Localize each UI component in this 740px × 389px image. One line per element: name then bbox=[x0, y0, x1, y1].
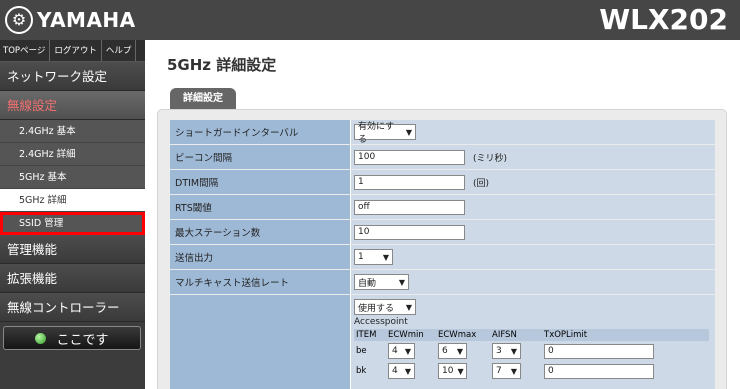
row-wmm: 使用する ▼ Accesspoint ITEM ECWmin ECWmax AIF… bbox=[170, 295, 715, 389]
nav-wireless-settings[interactable]: 無線設定 bbox=[0, 91, 145, 120]
nav-sub-5ghz-detail[interactable]: 5GHz 詳細 bbox=[0, 189, 145, 212]
beacon-interval-unit: (ミリ秒) bbox=[473, 153, 508, 164]
label-rts-threshold: RTS閾値 bbox=[170, 195, 351, 219]
row-short-guard-interval: ショートガードインターバル 有効にする ▼ bbox=[170, 120, 715, 145]
logout-link[interactable]: ログアウト bbox=[50, 40, 102, 61]
be-aifsn-select[interactable]: 3 ▼ bbox=[492, 343, 521, 359]
here-button[interactable]: ここです bbox=[3, 326, 141, 350]
beacon-interval-input[interactable]: 100 bbox=[354, 149, 465, 165]
rts-threshold-input[interactable]: off bbox=[354, 199, 465, 215]
nav-sub-24ghz-basic[interactable]: 2.4GHz 基本 bbox=[0, 120, 145, 143]
wmm-table: ITEM ECWmin ECWmax AIFSN TxOPLimit be 4 ▼… bbox=[354, 329, 709, 381]
settings-panel: ショートガードインターバル 有効にする ▼ ビーコン間隔 100 (ミリ秒) DT… bbox=[157, 109, 727, 389]
wmm-item-bk: bk bbox=[356, 366, 367, 376]
be-ecwmin-select[interactable]: 4 ▼ bbox=[388, 343, 415, 359]
wmm-header-item: ITEM bbox=[354, 329, 386, 341]
yamaha-logo: ⚙ YAMAHA bbox=[5, 6, 136, 34]
chevron-down-icon: ▼ bbox=[382, 252, 389, 262]
wmm-header-row: ITEM ECWmin ECWmax AIFSN TxOPLimit bbox=[354, 329, 709, 341]
row-dtim-interval: DTIM間隔 1 (回) bbox=[170, 170, 715, 194]
row-tx-power: 送信出力 1 ▼ bbox=[170, 245, 715, 269]
row-rts-threshold: RTS閾値 off bbox=[170, 195, 715, 219]
chevron-down-icon: ▼ bbox=[456, 346, 463, 356]
wmm-header-ecwmin: ECWmin bbox=[386, 329, 436, 341]
label-short-guard-interval: ショートガードインターバル bbox=[170, 120, 351, 144]
chevron-down-icon: ▼ bbox=[404, 366, 411, 376]
table-row: be 4 ▼ 6 ▼ 3 ▼ 0 bbox=[354, 341, 709, 361]
dtim-interval-unit: (回) bbox=[473, 178, 490, 189]
row-beacon-interval: ビーコン間隔 100 (ミリ秒) bbox=[170, 145, 715, 169]
label-multicast-rate: マルチキャスト送信レート bbox=[170, 270, 351, 294]
wmm-header-aifsn: AIFSN bbox=[490, 329, 542, 341]
bk-txoplimit-input[interactable]: 0 bbox=[544, 363, 654, 379]
chevron-down-icon: ▼ bbox=[405, 127, 412, 137]
settings-table: ショートガードインターバル 有効にする ▼ ビーコン間隔 100 (ミリ秒) DT… bbox=[170, 120, 715, 389]
multicast-rate-select[interactable]: 自動 ▼ bbox=[354, 274, 409, 290]
nav-wireless-controller[interactable]: 無線コントローラー bbox=[0, 293, 145, 322]
label-dtim-interval: DTIM間隔 bbox=[170, 170, 351, 194]
chevron-down-icon: ▼ bbox=[404, 346, 411, 356]
max-stations-input[interactable]: 10 bbox=[354, 224, 465, 240]
brand-name: YAMAHA bbox=[37, 8, 136, 32]
nav-network-settings[interactable]: ネットワーク設定 bbox=[0, 62, 145, 91]
sidebar: TOPページ ログアウト ヘルプ ネットワーク設定 無線設定 2.4GHz 基本… bbox=[0, 40, 145, 389]
model-name: WLX202 bbox=[599, 3, 728, 36]
chevron-down-icon: ▼ bbox=[510, 346, 517, 356]
header-bar: ⚙ YAMAHA WLX202 bbox=[0, 0, 740, 40]
nav-sub-ssid-management[interactable]: SSID 管理 bbox=[0, 212, 145, 235]
chevron-down-icon: ▼ bbox=[398, 277, 405, 287]
label-max-stations: 最大ステーション数 bbox=[170, 220, 351, 244]
row-multicast-rate: マルチキャスト送信レート 自動 ▼ bbox=[170, 270, 715, 294]
top-links: TOPページ ログアウト ヘルプ bbox=[0, 40, 145, 62]
dtim-interval-input[interactable]: 1 bbox=[354, 174, 465, 190]
label-beacon-interval: ビーコン間隔 bbox=[170, 145, 351, 169]
short-guard-interval-select[interactable]: 有効にする ▼ bbox=[354, 122, 416, 145]
page-title: 5GHz 詳細設定 bbox=[167, 56, 277, 74]
chevron-down-icon: ▼ bbox=[457, 366, 464, 376]
bk-ecwmin-select[interactable]: 4 ▼ bbox=[388, 363, 415, 379]
label-wmm bbox=[170, 295, 351, 389]
tx-power-select[interactable]: 1 ▼ bbox=[354, 249, 393, 265]
bk-ecwmax-select[interactable]: 10 ▼ bbox=[438, 363, 467, 379]
row-max-stations: 最大ステーション数 10 bbox=[170, 220, 715, 244]
wmm-item-be: be bbox=[356, 346, 367, 356]
tab-detail-settings[interactable]: 詳細設定 bbox=[170, 88, 236, 109]
bk-aifsn-select[interactable]: 7 ▼ bbox=[492, 363, 521, 379]
accesspoint-label: Accesspoint bbox=[354, 317, 408, 327]
chevron-down-icon: ▼ bbox=[405, 302, 412, 312]
nav-sub-5ghz-basic[interactable]: 5GHz 基本 bbox=[0, 166, 145, 189]
nav-sub-24ghz-detail[interactable]: 2.4GHz 詳細 bbox=[0, 143, 145, 166]
nav-extension[interactable]: 拡張機能 bbox=[0, 264, 145, 293]
main-content: 5GHz 詳細設定 詳細設定 ショートガードインターバル 有効にする ▼ ビーコン… bbox=[145, 40, 740, 389]
help-link[interactable]: ヘルプ bbox=[102, 40, 137, 61]
be-txoplimit-input[interactable]: 0 bbox=[544, 343, 654, 359]
status-led-icon bbox=[35, 332, 47, 344]
wmm-header-ecwmax: ECWmax bbox=[436, 329, 490, 341]
top-page-link[interactable]: TOPページ bbox=[0, 40, 51, 61]
here-button-label: ここです bbox=[56, 332, 109, 348]
nav-management[interactable]: 管理機能 bbox=[0, 235, 145, 264]
wmm-mode-select[interactable]: 使用する ▼ bbox=[354, 299, 416, 315]
wmm-header-txoplimit: TxOPLimit bbox=[542, 329, 709, 341]
label-tx-power: 送信出力 bbox=[170, 245, 351, 269]
tuning-fork-icon: ⚙ bbox=[5, 6, 33, 34]
chevron-down-icon: ▼ bbox=[510, 366, 517, 376]
table-row: bk 4 ▼ 10 ▼ 7 ▼ 0 bbox=[354, 361, 709, 381]
be-ecwmax-select[interactable]: 6 ▼ bbox=[438, 343, 467, 359]
